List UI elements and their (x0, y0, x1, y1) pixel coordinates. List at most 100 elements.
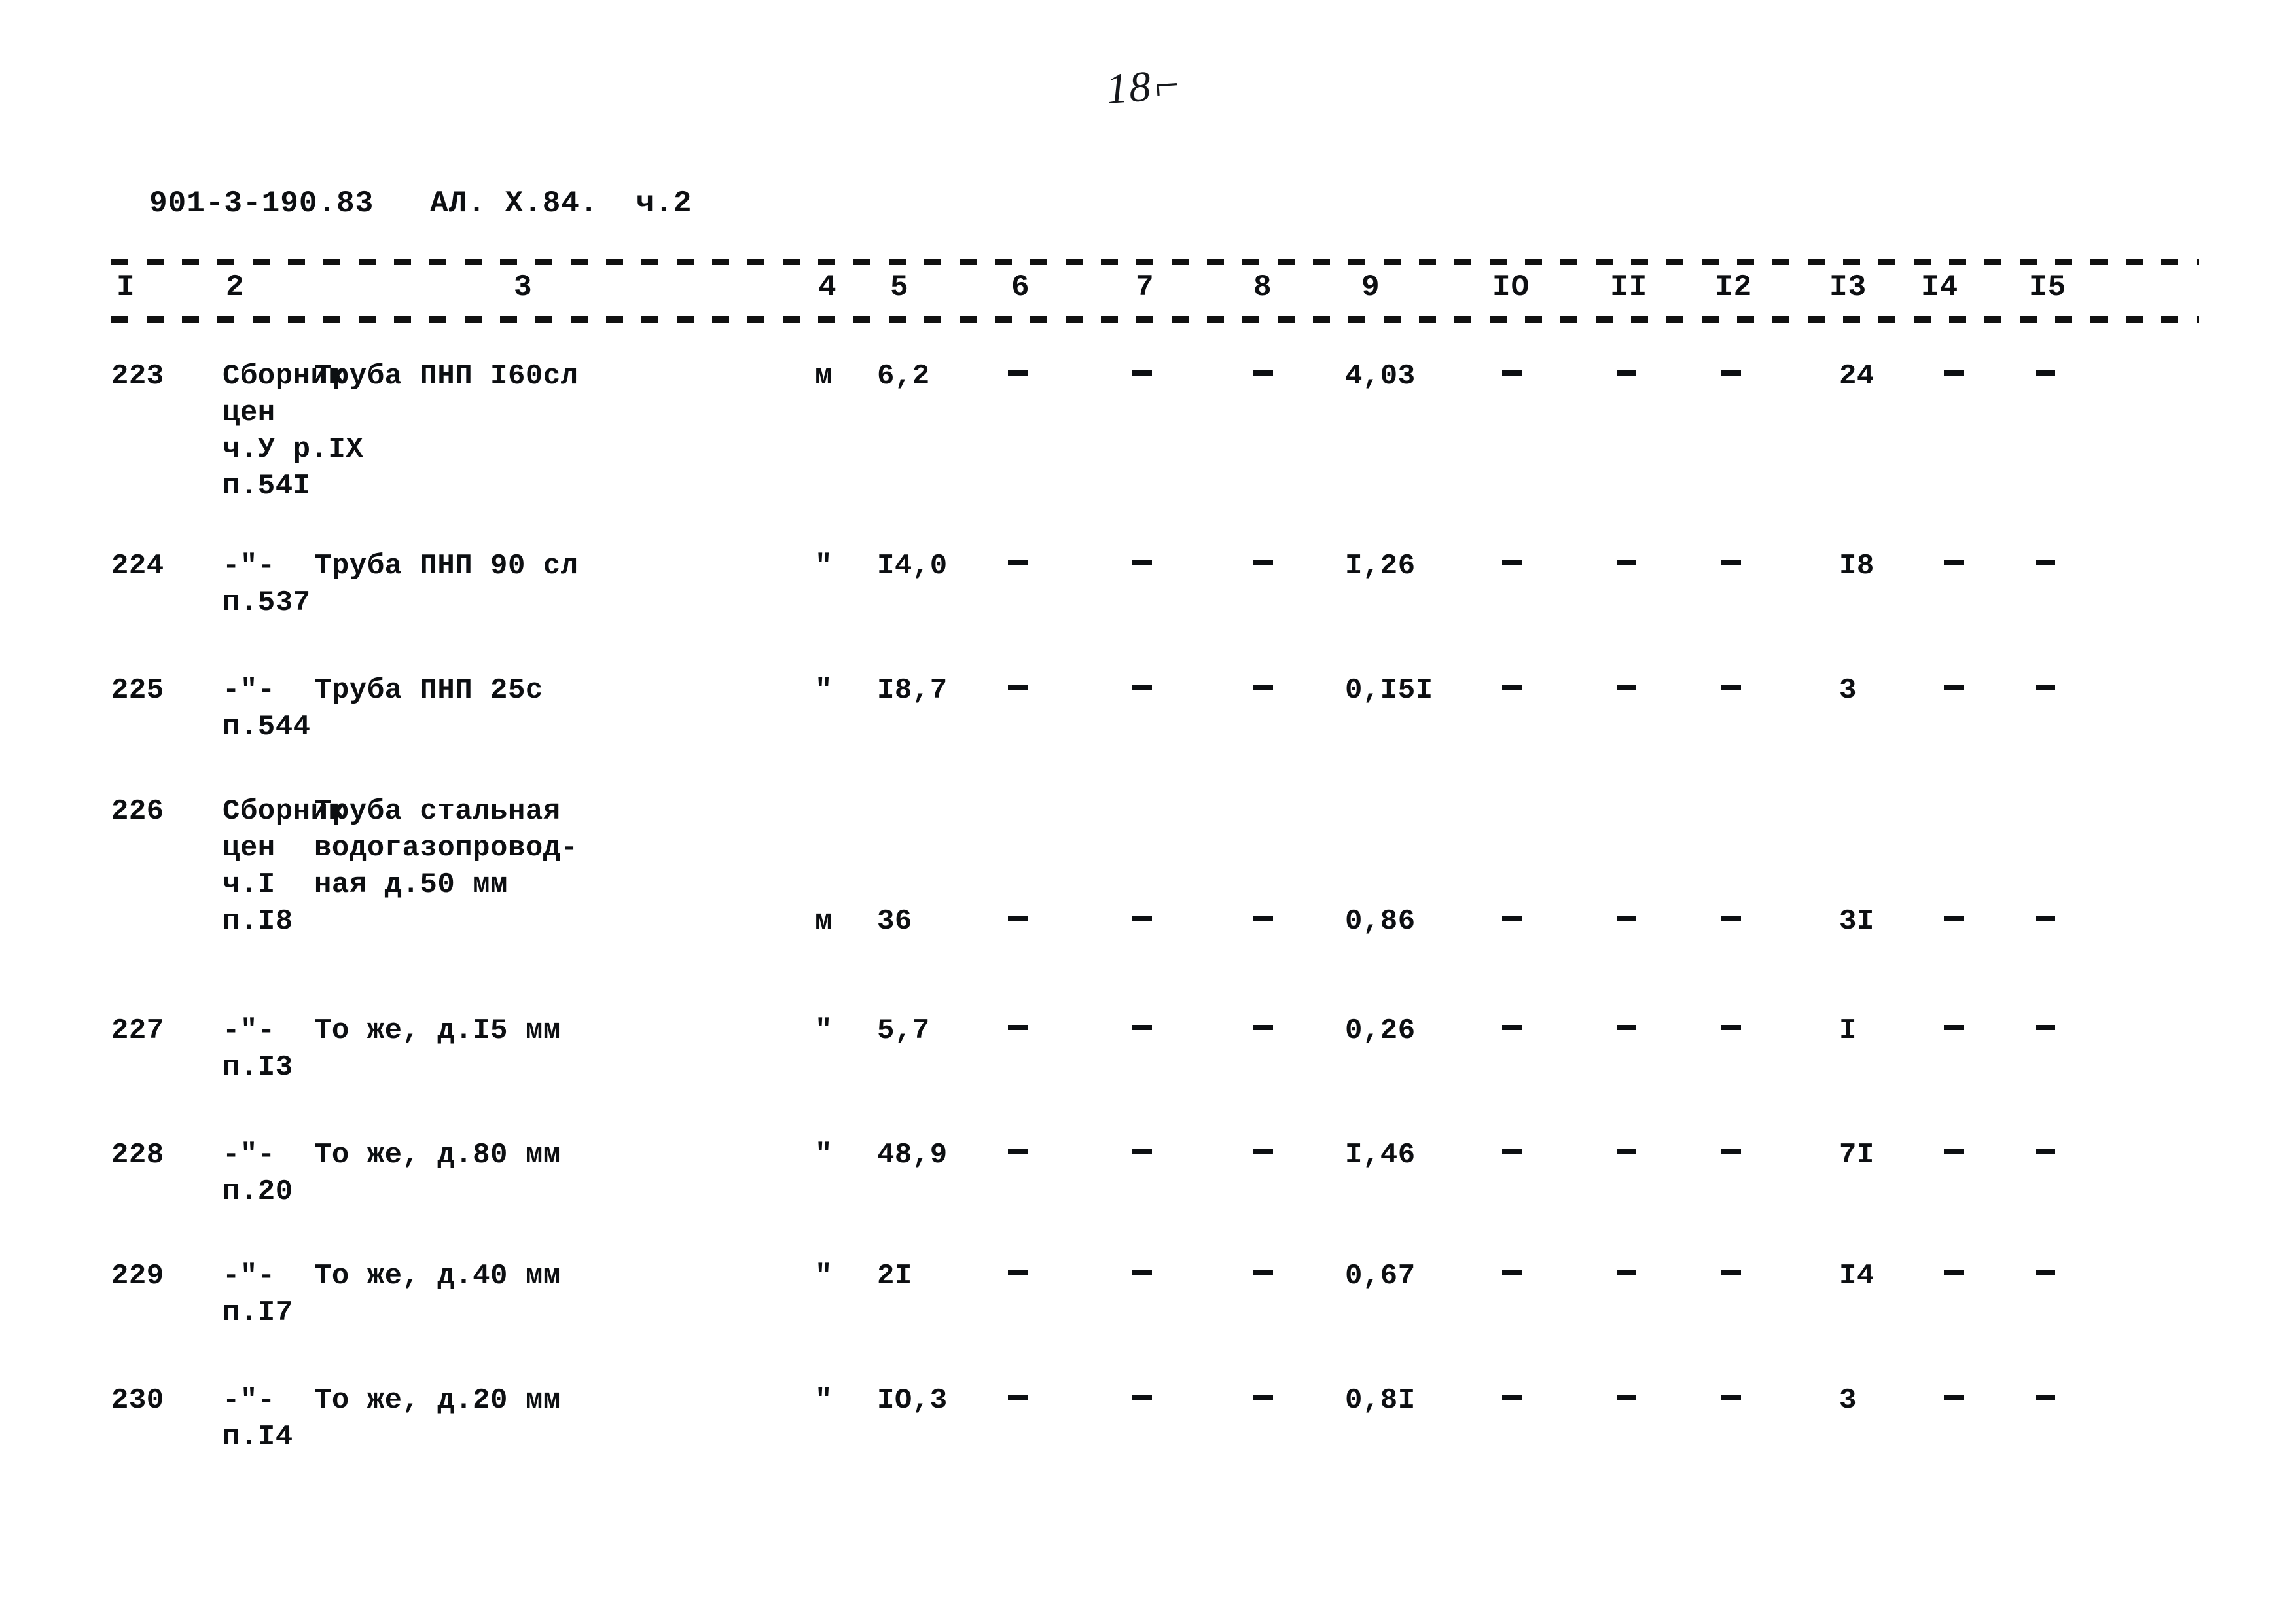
cell-c8-row-229 (1253, 1258, 1273, 1294)
cell-c10-row-229 (1502, 1258, 1522, 1294)
cell-c5-row-230: IO,3 (877, 1384, 948, 1417)
cell-c11-row-230 (1617, 1382, 1636, 1419)
table-row: 226 Сборник цен ч.I п.I8 Труба стальная во… (111, 793, 2199, 938)
dash-mark (1008, 1395, 1028, 1400)
dash-mark (1008, 560, 1028, 566)
cell-c3-row-230: То же, д.20 мм (314, 1384, 561, 1417)
cell-c8-row-223 (1253, 358, 1273, 395)
cell-c15-row-225 (2036, 672, 2055, 709)
cell-c1-row-225: 225 (111, 674, 164, 707)
dash-mark (1721, 1149, 1741, 1155)
cell-c10-row-226 (1502, 903, 1522, 940)
cell-c13-row-230: 3 (1839, 1384, 1857, 1417)
cell-c8-row-226 (1253, 903, 1273, 940)
cell-c8-row-230 (1253, 1382, 1273, 1419)
cell-c12-row-227 (1721, 1012, 1741, 1049)
cell-c11-row-226 (1617, 903, 1636, 940)
cell-c1-row-223: 223 (111, 360, 164, 393)
cell-c5-row-223: 6,2 (877, 360, 930, 393)
cell-c15-row-228 (2036, 1137, 2055, 1173)
cell-c4-row-230: " (815, 1384, 833, 1417)
dash-mark (1253, 560, 1273, 566)
cell-c11-row-223 (1617, 358, 1636, 395)
dash-mark (1132, 685, 1152, 690)
table-rule-under-header (111, 316, 2199, 323)
cell-c11-row-229 (1617, 1258, 1636, 1294)
cell-c10-row-225 (1502, 672, 1522, 709)
cell-c1-row-230: 230 (111, 1384, 164, 1417)
cell-c8-row-225 (1253, 672, 1273, 709)
cell-c6-row-227 (1008, 1012, 1028, 1049)
column-header-I: I (117, 270, 135, 304)
column-header-6: 6 (1011, 270, 1030, 304)
cell-c15-row-227 (2036, 1012, 2055, 1049)
dash-mark (1721, 1270, 1741, 1276)
column-header-3: 3 (514, 270, 533, 304)
dash-mark (1008, 1025, 1028, 1031)
cell-c10-row-224 (1502, 548, 1522, 584)
table-row: 230 -"- п.I4 То же, д.20 мм " IO,3 0,8I 3 (111, 1382, 2199, 1454)
cell-c10-row-230 (1502, 1382, 1522, 1419)
cell-c6-row-225 (1008, 672, 1028, 709)
dash-mark (1944, 916, 1964, 921)
dash-mark (1944, 1395, 1964, 1400)
column-header-2: 2 (226, 270, 245, 304)
dash-mark (1132, 560, 1152, 566)
cell-c8-row-224 (1253, 548, 1273, 584)
dash-mark (1132, 916, 1152, 921)
cell-c4-row-224: " (815, 550, 833, 582)
cell-c14-row-228 (1944, 1137, 1964, 1173)
document-code: 901-3-190.83 АЛ. Х.84. ч.2 (149, 187, 692, 221)
dash-mark (1008, 685, 1028, 690)
cell-c12-row-223 (1721, 358, 1741, 395)
cell-c14-row-224 (1944, 548, 1964, 584)
dash-mark (2036, 685, 2055, 690)
cell-c15-row-230 (2036, 1382, 2055, 1419)
column-header-9: 9 (1361, 270, 1380, 304)
dash-mark (1944, 1149, 1964, 1155)
dash-mark (1721, 685, 1741, 690)
cell-c5-row-229: 2I (877, 1260, 912, 1293)
dash-mark (1721, 1025, 1741, 1031)
cell-c6-row-229 (1008, 1258, 1028, 1294)
cell-c2-row-225: -"- п.544 (223, 674, 311, 743)
dash-mark (1502, 916, 1522, 921)
dash-mark (1944, 685, 1964, 690)
dash-mark (1617, 1395, 1636, 1400)
dash-mark (1008, 1149, 1028, 1155)
cell-c9-row-227: 0,26 (1345, 1014, 1416, 1047)
column-header-I5: I5 (2029, 270, 2067, 304)
cell-c3-row-226: Труба стальная водогазопровод- ная д.50 … (314, 795, 579, 901)
cell-c3-row-225: Труба ПНП 25с (314, 674, 543, 707)
dash-mark (1721, 370, 1741, 376)
cell-c6-row-223 (1008, 358, 1028, 395)
dash-mark (1944, 1270, 1964, 1276)
cell-c13-row-225: 3 (1839, 674, 1857, 707)
dash-mark (1617, 370, 1636, 376)
dash-mark (1008, 916, 1028, 921)
cell-c4-row-225: " (815, 674, 833, 707)
cell-c15-row-226 (2036, 903, 2055, 940)
cell-c7-row-226 (1132, 903, 1152, 940)
table-row: 223 Сборник цен ч.У р.IX п.54I Труба ПНП I… (111, 358, 2199, 503)
cell-c4-row-227: " (815, 1014, 833, 1047)
column-header-II: II (1610, 270, 1648, 304)
dash-mark (1253, 1025, 1273, 1031)
cell-c12-row-229 (1721, 1258, 1741, 1294)
cell-c2-row-228: -"- п.20 (223, 1139, 293, 1208)
dash-mark (1253, 916, 1273, 921)
dash-mark (1132, 1270, 1152, 1276)
column-header-I3: I3 (1829, 270, 1867, 304)
cell-c4-row-223: м (815, 360, 833, 393)
dash-mark (1132, 370, 1152, 376)
cell-c5-row-226: 36 (877, 905, 912, 938)
cell-c4-row-229: " (815, 1260, 833, 1293)
cell-c14-row-225 (1944, 672, 1964, 709)
cell-c11-row-225 (1617, 672, 1636, 709)
dash-mark (1253, 370, 1273, 376)
cell-c3-row-227: То же, д.I5 мм (314, 1014, 561, 1047)
cell-c3-row-224: Труба ПНП 90 сл (314, 550, 579, 582)
cell-c13-row-228: 7I (1839, 1139, 1874, 1171)
cell-c3-row-223: Труба ПНП I60сл (314, 360, 579, 393)
cell-c14-row-230 (1944, 1382, 1964, 1419)
